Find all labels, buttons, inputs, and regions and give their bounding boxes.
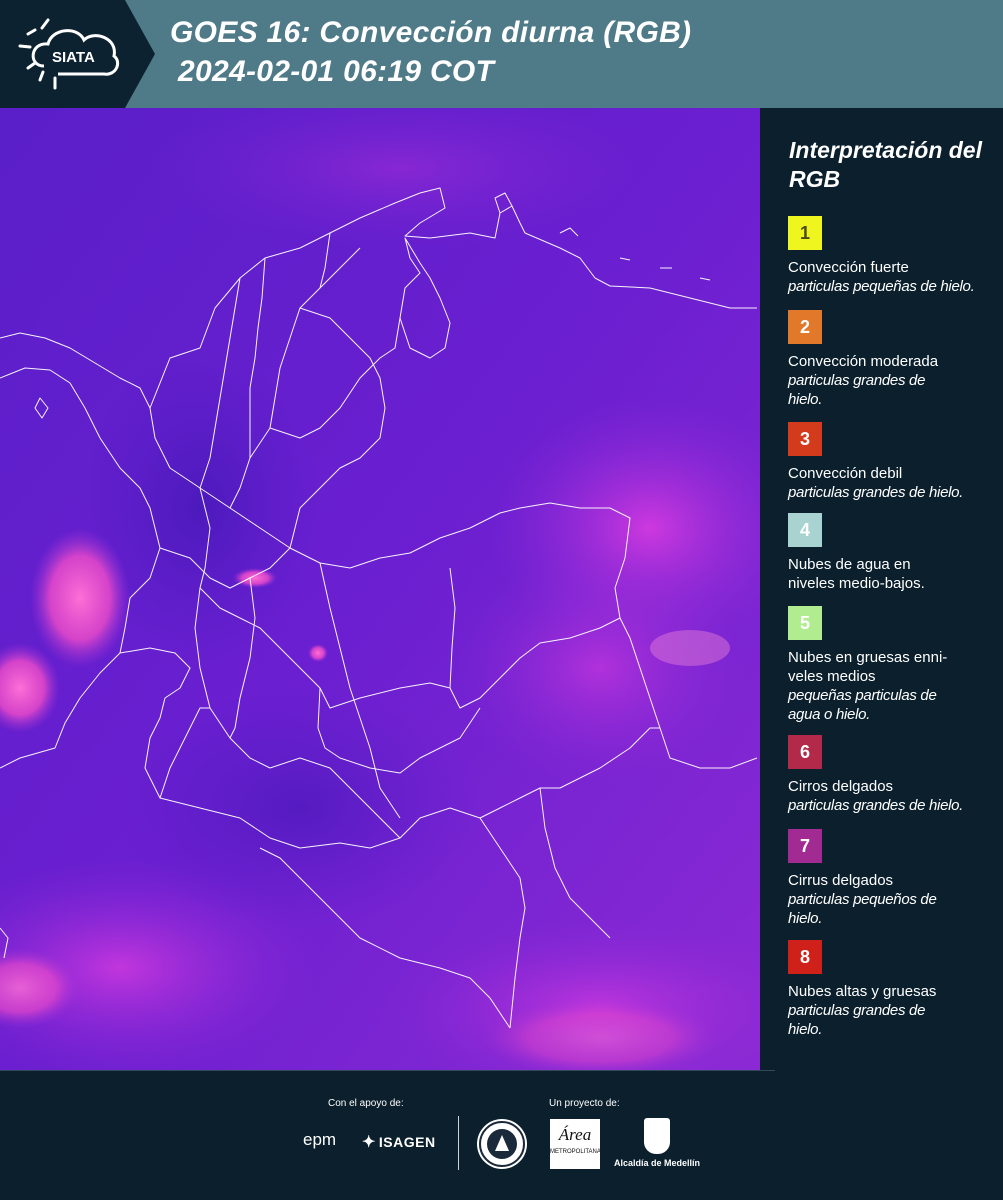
legend-item-description: particulas pequeños de hielo.: [788, 891, 937, 927]
legend-item-name: Convección moderada: [788, 353, 939, 370]
legend-swatch-1: 1: [788, 216, 822, 250]
legend-item-1: 1 Convección fuerte particulas pequeñas …: [788, 216, 993, 296]
legend-item-6: 6 Cirros delgados particulas grandes de …: [788, 735, 993, 815]
rgb-legend: Interpretación del RGB 1 Convección fuer…: [760, 108, 1003, 1070]
footer-vertical-divider: [458, 1116, 459, 1170]
siata-logo-text: SIATA: [52, 49, 95, 66]
isagen-logo-text: ISAGEN: [378, 1134, 436, 1150]
support-caption: Con el apoyo de:: [328, 1098, 404, 1109]
siata-logo: SIATA: [0, 0, 155, 108]
legend-item-name: Convección fuerte: [788, 259, 909, 276]
legend-item-2: 2 Convección moderada particulas grandes…: [788, 310, 993, 409]
legend-item-description: particulas grandes de hielo.: [788, 372, 926, 408]
legend-item-3: 3 Convección debil particulas grandes de…: [788, 422, 993, 502]
legend-swatch-4: 4: [788, 513, 822, 547]
header-bar: SIATA GOES 16: Convección diurna (RGB) 2…: [0, 0, 1003, 108]
legend-item-name: Nubes en gruesas enni- veles medios: [788, 649, 948, 685]
page-title: GOES 16: Convección diurna (RGB): [170, 16, 692, 49]
university-seal-logo: [477, 1119, 527, 1169]
area-metropolitana-logo: Área METROPOLITANA: [550, 1119, 601, 1169]
legend-item-description: particulas grandes de hielo.: [788, 797, 964, 814]
legend-item-name: Cirrus delgados: [788, 872, 894, 889]
legend-title: Interpretación del RGB: [789, 137, 982, 192]
legend-item-4: 4 Nubes de agua en niveles medio-bajos.: [788, 513, 993, 593]
alcaldia-medellin-logo: Alcaldía de Medellín: [613, 1118, 701, 1168]
legend-item-description: particulas grandes de hielo.: [788, 484, 964, 501]
alcaldia-label: Alcaldía de Medellín: [613, 1158, 701, 1168]
legend-item-name: Nubes de agua en niveles medio-bajos.: [788, 556, 925, 592]
legend-item-description: pequeñas particulas de agua o hielo.: [788, 687, 937, 723]
legend-item-name: Nubes altas y gruesas: [788, 983, 937, 1000]
legend-swatch-7: 7: [788, 829, 822, 863]
legend-item-5: 5 Nubes en gruesas enni- veles medios pe…: [788, 606, 993, 724]
legend-swatch-2: 2: [788, 310, 822, 344]
legend-item-name: Cirros delgados: [788, 778, 894, 795]
page-timestamp: 2024-02-01 06:19 COT: [178, 55, 495, 88]
epm-logo: epm: [303, 1130, 337, 1149]
legend-item-description: particulas grandes de hielo.: [788, 1002, 926, 1038]
legend-swatch-5: 5: [788, 606, 822, 640]
legend-item-description: particulas pequeñas de hielo.: [788, 278, 975, 295]
area-logo-name: Área: [558, 1125, 592, 1144]
footer: Con el apoyo de: Un proyecto de: epm ✦ IS…: [0, 1070, 1003, 1200]
area-logo-sub: METROPOLITANA: [550, 1149, 601, 1155]
legend-swatch-8: 8: [788, 940, 822, 974]
medellin-crest-icon: [644, 1118, 670, 1154]
legend-swatch-3: 3: [788, 422, 822, 456]
legend-item-8: 8 Nubes altas y gruesas particulas grand…: [788, 940, 993, 1039]
legend-swatch-6: 6: [788, 735, 822, 769]
footer-divider-line: [0, 1070, 775, 1071]
legend-item-name: Convección debil: [788, 465, 903, 482]
project-caption: Un proyecto de:: [549, 1098, 620, 1109]
satellite-map: [0, 108, 760, 1070]
isagen-logo: ✦ ISAGEN: [362, 1134, 436, 1151]
legend-item-7: 7 Cirrus delgados particulas pequeños de…: [788, 829, 993, 928]
